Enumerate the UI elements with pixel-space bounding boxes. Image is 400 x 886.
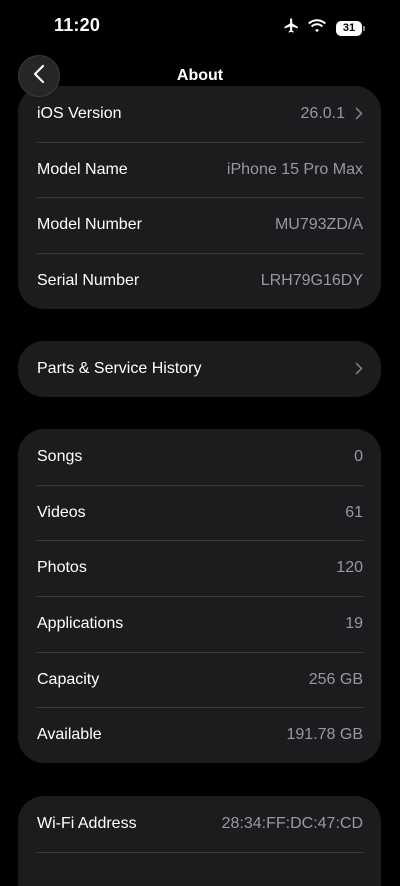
row-value: LRH79G16DY	[260, 271, 363, 289]
media-storage-group: Songs 0 Videos 61 Photos 120 Application…	[18, 429, 381, 764]
wifi-icon	[308, 18, 326, 38]
row-label: Available	[37, 726, 102, 744]
row-value: 26.0.1	[300, 104, 345, 122]
parts-service-group: Parts & Service History	[18, 341, 381, 397]
row-videos: Videos 61	[18, 484, 381, 541]
row-capacity: Capacity 256 GB	[18, 651, 381, 708]
row-label: Serial Number	[37, 271, 140, 289]
row-label: Wi-Fi Address	[37, 814, 137, 832]
row-label: Model Number	[37, 216, 142, 234]
row-model-name: Model Name iPhone 15 Pro Max	[18, 141, 381, 198]
row-value: iPhone 15 Pro Max	[226, 160, 363, 178]
device-info-group: iOS Version 26.0.1 Model Name iPhone 15 …	[18, 86, 381, 309]
row-label: Songs	[37, 447, 83, 465]
row-value: 256 GB	[308, 670, 363, 688]
nav-bar: About	[0, 52, 400, 100]
row-photos: Photos 120	[18, 540, 381, 596]
row-value: 120	[336, 559, 363, 577]
row-value: 19	[345, 614, 363, 632]
page-title: About	[176, 67, 224, 84]
row-label: Capacity	[37, 670, 100, 688]
row-label: Photos	[37, 559, 87, 577]
status-time: 11:20	[54, 15, 101, 35]
battery-icon: 31	[336, 20, 365, 36]
row-value: 61	[345, 503, 363, 521]
row-serial-number: Serial Number LRH79G16DY	[18, 253, 381, 309]
row-wifi-address: Wi-Fi Address 28:34:FF:DC:47:CD	[18, 796, 381, 852]
chevron-right-icon	[355, 107, 363, 120]
row-value: 0	[354, 447, 363, 465]
row-value: 191.78 GB	[286, 726, 364, 744]
row-next-partial	[18, 851, 381, 886]
row-songs: Songs 0	[18, 429, 381, 485]
chevron-right-icon	[355, 362, 363, 375]
status-bar: 11:20 31	[0, 0, 400, 52]
row-applications: Applications 19	[18, 596, 381, 652]
row-label: iOS Version	[37, 104, 122, 122]
row-label: Applications	[37, 614, 124, 632]
row-label: Videos	[37, 503, 86, 521]
row-parts-service-history[interactable]: Parts & Service History	[18, 341, 381, 397]
row-label: Parts & Service History	[37, 359, 202, 377]
row-value: MU793ZD/A	[274, 216, 363, 234]
row-model-number: Model Number MU793ZD/A	[18, 197, 381, 253]
row-label: Model Name	[37, 160, 128, 178]
row-value: 28:34:FF:DC:47:CD	[221, 814, 363, 832]
airplane-icon	[283, 17, 300, 39]
network-group: Wi-Fi Address 28:34:FF:DC:47:CD	[18, 796, 381, 886]
row-available: Available 191.78 GB	[18, 707, 381, 763]
status-icons: 31	[283, 17, 365, 39]
